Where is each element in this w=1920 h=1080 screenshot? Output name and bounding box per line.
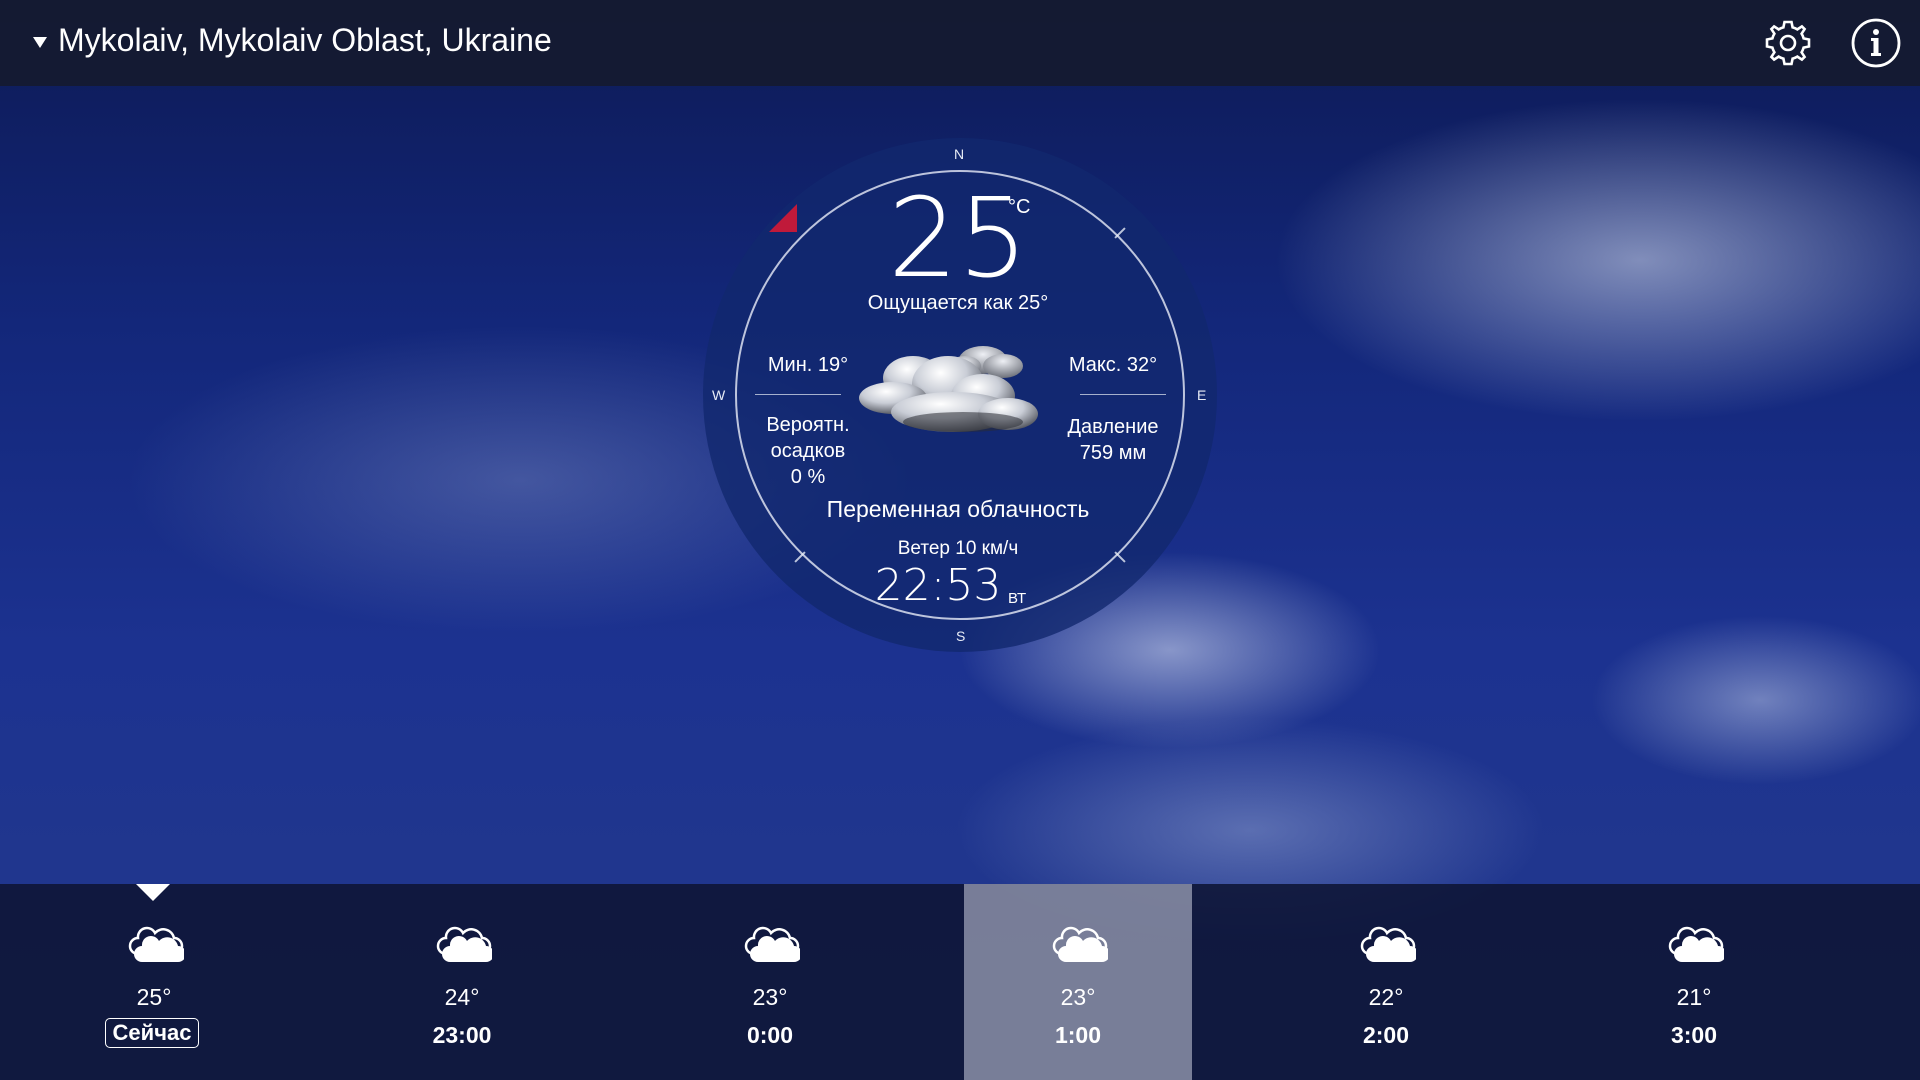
forecast-temp: 24°	[444, 984, 480, 1010]
info-icon[interactable]	[1850, 17, 1902, 69]
gear-icon[interactable]	[1762, 17, 1814, 69]
forecast-item[interactable]: 24° 23:00	[348, 884, 576, 1080]
forecast-time: 23:00	[432, 1022, 492, 1048]
location-selector[interactable]: Mykolaiv, Mykolaiv Oblast, Ukraine	[58, 22, 552, 59]
forecast-time: 0:00	[746, 1022, 794, 1048]
divider	[755, 394, 841, 395]
min-temperature: Мин. 19°	[767, 354, 849, 376]
current-hour-pointer	[136, 884, 170, 901]
pressure-value: 759 мм	[1079, 442, 1147, 464]
cloud-icon	[436, 926, 492, 964]
compass-south: S	[956, 628, 966, 644]
cloud-icon	[1668, 926, 1724, 964]
cloud-icon	[128, 926, 184, 964]
cloud-icon	[1052, 926, 1108, 964]
forecast-item-now[interactable]: 25° Сейчас	[40, 884, 268, 1080]
precipitation: Вероятн. осадков 0 %	[748, 412, 868, 490]
hourly-forecast: 25° Сейчас 24° 23:00 23° 0:00 23° 1:00 2…	[0, 884, 1920, 1080]
cloud-icon	[744, 926, 800, 964]
weather-condition: Переменная облачность	[826, 496, 1090, 522]
precipitation-value: 0 %	[790, 466, 826, 488]
forecast-temp: 23°	[752, 984, 788, 1010]
temperature-unit: °C	[1008, 196, 1031, 218]
forecast-temp: 25°	[136, 984, 172, 1010]
forecast-item[interactable]: 23° 0:00	[656, 884, 884, 1080]
forecast-now-label: Сейчас	[105, 1018, 199, 1048]
partly-cloudy-night-icon	[859, 346, 1038, 432]
day-of-week: ВТ	[1008, 590, 1027, 607]
location-dropdown-icon[interactable]	[33, 37, 47, 48]
forecast-item-selected[interactable]: 23° 1:00	[964, 884, 1192, 1080]
compass-east: E	[1197, 387, 1207, 403]
compass-west: W	[712, 387, 726, 403]
top-bar: Mykolaiv, Mykolaiv Oblast, Ukraine	[0, 0, 1920, 86]
cloud-icon	[1360, 926, 1416, 964]
pressure-label: Давление	[1067, 416, 1159, 438]
forecast-time: 3:00	[1670, 1022, 1718, 1048]
forecast-temp: 22°	[1368, 984, 1404, 1010]
forecast-time: 1:00	[1054, 1022, 1102, 1048]
forecast-item[interactable]: 21° 3:00	[1580, 884, 1808, 1080]
forecast-item[interactable]: 22° 2:00	[1272, 884, 1500, 1080]
weather-dial: N E S W 25 °C Ощущается как 25° Мин. 19°…	[703, 138, 1217, 652]
wind-direction-marker	[769, 204, 797, 232]
pressure: Давление 759 мм	[1043, 414, 1183, 466]
feels-like: Ощущается как 25°	[867, 292, 1049, 314]
compass-north: N	[954, 146, 965, 162]
divider	[1080, 394, 1166, 395]
forecast-time: 2:00	[1362, 1022, 1410, 1048]
forecast-temp: 23°	[1060, 984, 1096, 1010]
precipitation-label: Вероятн. осадков	[766, 414, 850, 462]
current-time: 22:53	[874, 560, 1002, 611]
forecast-temp: 21°	[1676, 984, 1712, 1010]
max-temperature: Макс. 32°	[1068, 354, 1158, 376]
wind-speed: Ветер 10 км/ч	[897, 538, 1019, 559]
